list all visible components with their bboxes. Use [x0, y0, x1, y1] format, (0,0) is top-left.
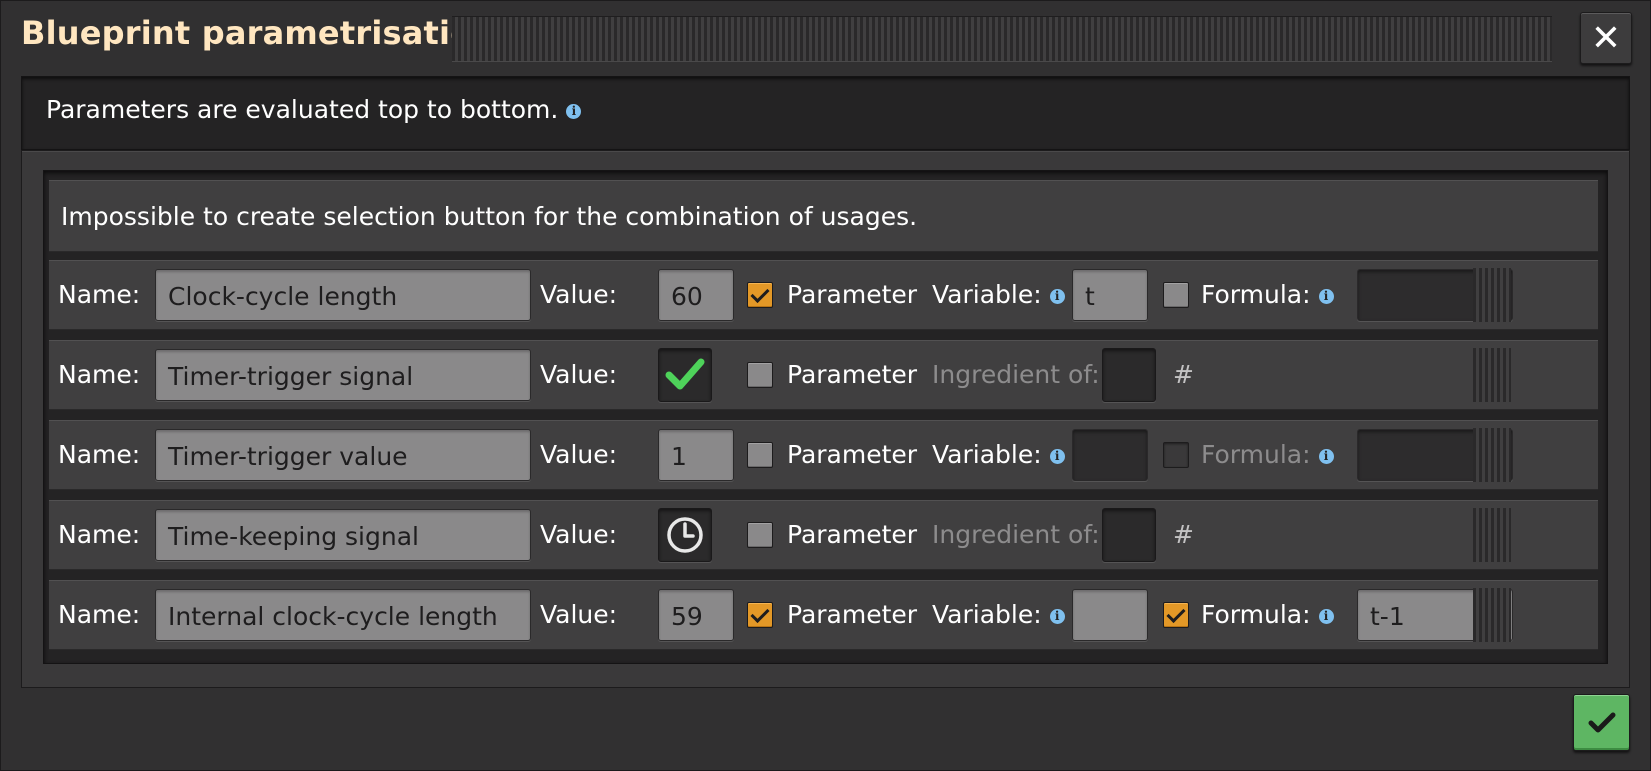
variable-label: Variable: i — [932, 600, 1065, 629]
info-icon[interactable]: i — [1049, 608, 1065, 624]
name-field[interactable]: Timer-trigger value — [155, 429, 531, 481]
name-field[interactable]: Clock-cycle length — [155, 269, 531, 321]
row-drag-grip[interactable] — [1473, 508, 1511, 562]
name-label: Name: — [58, 440, 141, 469]
parameter-label: Parameter — [787, 600, 918, 629]
value-field[interactable]: 59 — [658, 589, 734, 641]
window-title: Blueprint parametrisation — [21, 14, 496, 52]
variable-label-text: Variable: — [932, 280, 1042, 309]
info-icon[interactable]: i — [566, 103, 582, 119]
checkmark-icon — [1588, 712, 1615, 732]
parameter-row: Name: Timer-trigger signal Value: Parame… — [49, 340, 1598, 410]
formula-label-text: Formula: — [1201, 440, 1311, 469]
variable-field[interactable]: t — [1072, 269, 1148, 321]
signal-selector-button[interactable] — [658, 348, 712, 402]
value-label: Value: — [540, 600, 618, 629]
parameter-checkbox[interactable] — [747, 522, 773, 548]
parameter-checkbox[interactable] — [747, 362, 773, 388]
parameter-row: Name: Timer-trigger value Value: 1 Param… — [49, 420, 1598, 490]
warning-row: Impossible to create selection button fo… — [49, 180, 1598, 252]
blueprint-parametrisation-window: Blueprint parametrisation ✕ Parameters a… — [0, 0, 1651, 771]
formula-checkbox[interactable] — [1163, 442, 1189, 468]
formula-checkbox[interactable] — [1163, 602, 1189, 628]
value-field[interactable]: 60 — [658, 269, 734, 321]
parameter-label: Parameter — [787, 280, 918, 309]
ingredient-of-label: Ingredient of: — [932, 360, 1100, 389]
parameter-label: Parameter — [787, 440, 918, 469]
variable-field[interactable] — [1072, 429, 1148, 481]
hash-label: # — [1173, 520, 1194, 549]
close-icon: ✕ — [1590, 17, 1622, 59]
formula-label: Formula: i — [1201, 280, 1334, 309]
formula-label-text: Formula: — [1201, 280, 1311, 309]
ingredient-of-label: Ingredient of: — [932, 520, 1100, 549]
name-label: Name: — [58, 600, 141, 629]
drag-handle[interactable] — [452, 16, 1552, 62]
parameter-row: Name: Clock-cycle length Value: 60 Param… — [49, 260, 1598, 330]
parameter-checkbox[interactable] — [747, 602, 773, 628]
variable-label: Variable: i — [932, 280, 1065, 309]
green-check-signal-icon — [665, 358, 705, 390]
parameter-checkbox[interactable] — [747, 442, 773, 468]
confirm-button[interactable] — [1573, 694, 1630, 751]
formula-label-text: Formula: — [1201, 600, 1311, 629]
variable-label: Variable: i — [932, 440, 1065, 469]
parameter-label: Parameter — [787, 360, 918, 389]
parameter-label: Parameter — [787, 520, 918, 549]
info-bar: Parameters are evaluated top to bottom. i — [21, 76, 1630, 150]
value-field[interactable]: 1 — [658, 429, 734, 481]
name-field[interactable]: Time-keeping signal — [155, 509, 531, 561]
info-icon[interactable]: i — [1318, 288, 1334, 304]
info-icon[interactable]: i — [1049, 448, 1065, 464]
ingredient-of-selector[interactable] — [1102, 348, 1156, 402]
warning-text: Impossible to create selection button fo… — [61, 202, 918, 231]
variable-label-text: Variable: — [932, 440, 1042, 469]
formula-label: Formula: i — [1201, 600, 1334, 629]
row-drag-grip[interactable] — [1473, 588, 1511, 642]
formula-label: Formula: i — [1201, 440, 1334, 469]
info-text: Parameters are evaluated top to bottom. — [46, 95, 559, 124]
variable-label-text: Variable: — [932, 600, 1042, 629]
hash-label: # — [1173, 360, 1194, 389]
parameter-row: Name: Internal clock-cycle length Value:… — [49, 580, 1598, 650]
info-text-container: Parameters are evaluated top to bottom. i — [46, 95, 582, 124]
close-button[interactable]: ✕ — [1580, 12, 1632, 64]
signal-selector-button[interactable] — [658, 508, 712, 562]
formula-checkbox[interactable] — [1163, 282, 1189, 308]
ingredient-of-selector[interactable] — [1102, 508, 1156, 562]
row-drag-grip[interactable] — [1473, 428, 1511, 482]
info-icon[interactable]: i — [1318, 448, 1334, 464]
parameter-row: Name: Time-keeping signal Value: Paramet… — [49, 500, 1598, 570]
name-field[interactable]: Internal clock-cycle length — [155, 589, 531, 641]
name-field[interactable]: Timer-trigger signal — [155, 349, 531, 401]
value-label: Value: — [540, 280, 618, 309]
value-label: Value: — [540, 360, 618, 389]
row-drag-grip[interactable] — [1473, 268, 1511, 322]
name-label: Name: — [58, 520, 141, 549]
variable-field[interactable] — [1072, 589, 1148, 641]
info-icon[interactable]: i — [1049, 288, 1065, 304]
name-label: Name: — [58, 280, 141, 309]
parameter-checkbox[interactable] — [747, 282, 773, 308]
info-icon[interactable]: i — [1318, 608, 1334, 624]
clock-signal-icon — [667, 517, 703, 553]
value-label: Value: — [540, 520, 618, 549]
row-drag-grip[interactable] — [1473, 348, 1511, 402]
title-bar: Blueprint parametrisation ✕ — [0, 0, 1651, 74]
value-label: Value: — [540, 440, 618, 469]
name-label: Name: — [58, 360, 141, 389]
